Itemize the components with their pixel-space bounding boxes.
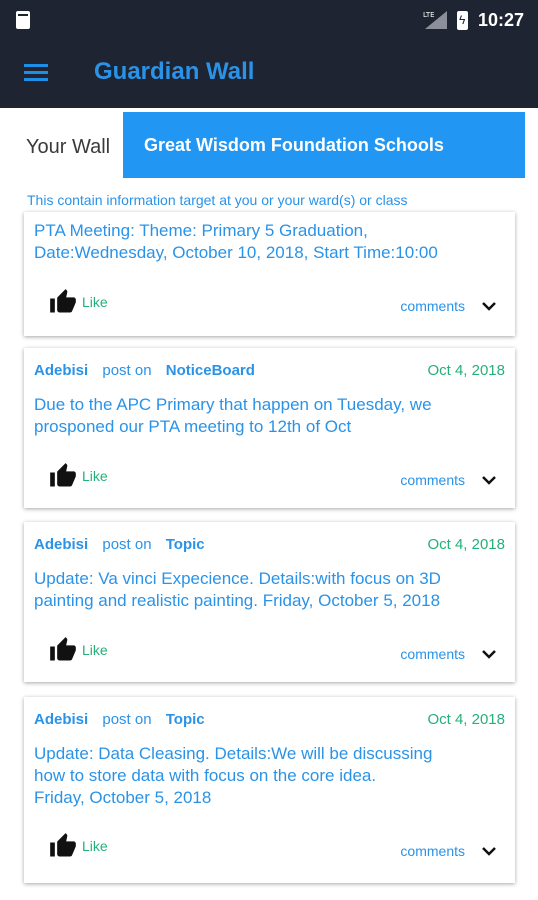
post-header: Adebisi post on Topic Oct 4, 2018 xyxy=(34,711,505,731)
thumbs-up-icon xyxy=(50,289,76,313)
post-body: Update: Data Cleasing. Details:We will b… xyxy=(34,744,433,807)
like-button[interactable]: Like xyxy=(48,462,108,490)
status-bar: 10:27 xyxy=(0,0,538,40)
chevron-down-icon[interactable] xyxy=(481,846,497,856)
comments-link[interactable]: comments xyxy=(400,298,465,314)
post-date: Oct 4, 2018 xyxy=(427,711,505,728)
sd-card-icon xyxy=(16,11,30,29)
thumbs-up-icon xyxy=(50,833,76,857)
post-board[interactable]: NoticeBoard xyxy=(166,362,255,379)
chevron-down-icon[interactable] xyxy=(481,475,497,485)
tab-bar: Your Wall Great Wisdom Foundation School… xyxy=(0,108,538,183)
chevron-down-icon[interactable] xyxy=(481,649,497,659)
post-board[interactable]: Topic xyxy=(166,536,205,553)
thumbs-up-icon xyxy=(50,637,76,661)
post-on-label: post on xyxy=(102,711,152,728)
post-on-label: post on xyxy=(102,536,152,553)
post-date: Oct 4, 2018 xyxy=(427,536,505,553)
post-card: PTA Meeting: Theme: Primary 5 Graduation… xyxy=(24,212,515,336)
post-card: Adebisi post on Topic Oct 4, 2018 Update… xyxy=(24,522,515,682)
post-on-label: post on xyxy=(102,362,152,379)
post-board[interactable]: Topic xyxy=(166,711,205,728)
post-header: Adebisi post on NoticeBoard Oct 4, 2018 xyxy=(34,362,505,382)
comments-link[interactable]: comments xyxy=(400,843,465,859)
status-icons: 10:27 xyxy=(423,8,524,32)
post-header: Adebisi post on Topic Oct 4, 2018 xyxy=(34,536,505,556)
hamburger-menu-icon[interactable] xyxy=(24,64,48,82)
thumbs-up-icon xyxy=(50,463,76,487)
signal-icon xyxy=(423,11,447,29)
post-author[interactable]: Adebisi xyxy=(34,711,88,728)
post-body: PTA Meeting: Theme: Primary 5 Graduation… xyxy=(34,221,438,262)
tab-school[interactable]: Great Wisdom Foundation Schools xyxy=(123,112,525,178)
post-author[interactable]: Adebisi xyxy=(34,362,88,379)
post-card: Adebisi post on Topic Oct 4, 2018 Update… xyxy=(24,697,515,883)
chevron-down-icon[interactable] xyxy=(481,301,497,311)
status-time: 10:27 xyxy=(477,9,524,30)
post-body: Update: Va vinci Expecience. Details:wit… xyxy=(34,569,441,610)
like-button[interactable]: Like xyxy=(48,636,108,664)
comments-link[interactable]: comments xyxy=(400,472,465,488)
post-body: Due to the APC Primary that happen on Tu… xyxy=(34,395,432,436)
info-text: This contain information target at you o… xyxy=(27,192,408,208)
tab-your-wall[interactable]: Your Wall xyxy=(26,136,110,159)
comments-link[interactable]: comments xyxy=(400,646,465,662)
post-author[interactable]: Adebisi xyxy=(34,536,88,553)
app-title: Guardian Wall xyxy=(94,58,255,85)
post-date: Oct 4, 2018 xyxy=(427,362,505,379)
app-bar: Guardian Wall xyxy=(0,40,538,108)
like-button[interactable]: Like xyxy=(48,288,108,316)
like-button[interactable]: Like xyxy=(48,832,108,860)
battery-charging-icon xyxy=(456,10,468,30)
post-card: Adebisi post on NoticeBoard Oct 4, 2018 … xyxy=(24,348,515,508)
